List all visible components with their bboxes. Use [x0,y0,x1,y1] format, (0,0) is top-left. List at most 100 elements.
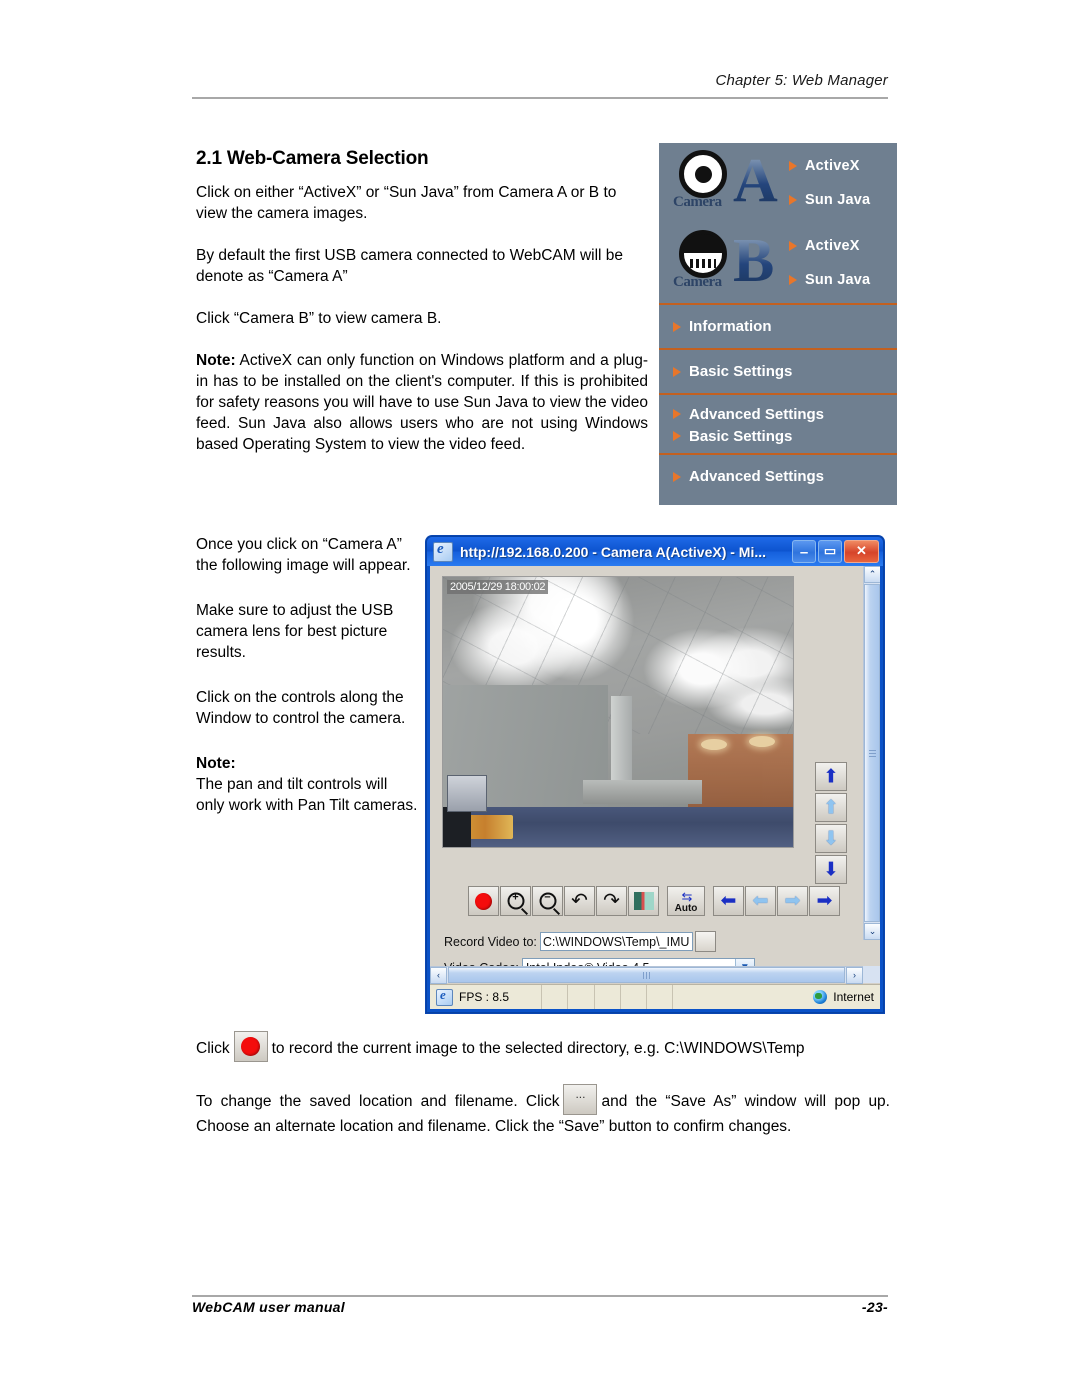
status-cell-3 [595,985,621,1009]
status-cell-4 [621,985,648,1009]
footer-left: WebCAM user manual [192,1299,345,1315]
bullet-arrow-icon [789,161,797,171]
camera-b-activex-link[interactable]: ActiveX [789,229,870,263]
menu-group-advanced: Advanced Settings Basic Settings [659,395,897,453]
bullet-arrow-icon [673,321,681,332]
scroll-down-button[interactable]: ⌄ [864,923,880,940]
menu-item-basic-settings[interactable]: Basic Settings [659,350,897,393]
camera-b-sunjava-label: Sun Java [805,272,871,288]
page-viewport: 2005/12/29 18:00:02 ⬆ ⬆ ⬇ ⬇ + − ↶ ↷ ⇆ Au… [430,566,880,983]
pan-right-fast-button[interactable]: ➡ [809,886,840,916]
minimize-button[interactable]: – [792,540,816,563]
tail-paragraph-1: Click to record the current image to the … [196,1031,890,1062]
zoom-out-icon: − [539,892,556,910]
horizontal-scrollbar[interactable]: ‹ › [430,966,863,984]
vertical-scrollbar[interactable]: ⌃ ⌄ [863,566,880,940]
intro-paragraph-3: Click “Camera B” to view camera B. [196,310,442,327]
mid-note-label: Note: [196,755,236,772]
tail-p2-lead: To change the saved location and filenam… [196,1093,560,1110]
menu-item-information-label: Information [689,318,772,335]
window-title: http://192.168.0.200 - Camera A(ActiveX)… [460,543,767,560]
menu-item-basic-settings-2[interactable]: Basic Settings [659,425,897,447]
camera-b-sunjava-link[interactable]: Sun Java [789,263,870,297]
scroll-left-button[interactable]: ‹ [430,967,447,984]
camera-b-links: ActiveX Sun Java [789,229,870,297]
mirror-button[interactable] [628,886,659,916]
record-path-input[interactable]: C:\WINDOWS\Temp\_IMU [539,932,693,951]
close-button[interactable]: ✕ [844,540,879,563]
bullet-arrow-icon [673,431,681,441]
intro-paragraph-1: Click on either “ActiveX” or “Sun Java” … [196,184,617,222]
tilt-down-slow-button[interactable]: ⬇ [815,824,847,853]
window-titlebar[interactable]: http://192.168.0.200 - Camera A(ActiveX)… [427,537,883,566]
camera-a-activex-label: ActiveX [805,158,860,174]
maximize-button[interactable]: ▭ [818,540,842,563]
zoom-out-button[interactable]: − [532,886,563,916]
page-header: Chapter 5: Web Manager [192,72,888,90]
browse-button[interactable] [694,931,716,952]
tail-p1-lead: Click [196,1040,230,1057]
pan-left-fast-button[interactable]: ⬅ [713,886,744,916]
pan-left-slow-button[interactable]: ⬅ [745,886,776,916]
record-path-row: Record Video to: C:\WINDOWS\Temp\_IMU [444,931,716,952]
tilt-down-fast-button[interactable]: ⬇ [815,855,847,884]
rotate-left-button[interactable]: ↶ [564,886,595,916]
tail-p1-rest: to record the current image to the selec… [271,1040,805,1057]
rotate-right-button[interactable]: ↷ [596,886,627,916]
bullet-arrow-icon [789,195,797,205]
horizontal-scroll-thumb[interactable] [448,967,845,983]
video-timestamp: 2005/12/29 18:00:02 [447,580,549,594]
camera-a-sunjava-label: Sun Java [805,192,871,208]
bullet-arrow-icon [789,241,797,251]
camera-a-word: Camera [673,194,722,210]
rotate-right-icon: ↷ [603,890,620,912]
closed-eye-icon [679,230,727,278]
camera-a-activex-link[interactable]: ActiveX [789,149,870,183]
tilt-up-fast-button[interactable]: ⬆ [815,762,847,791]
auto-pan-label: Auto [674,903,698,914]
web-manager-menu-panel: Camera A ActiveX Sun Java Camera B Activ… [659,143,897,505]
note-body: ActiveX can only function on Windows pla… [196,352,648,453]
menu-item-advanced-settings[interactable]: Advanced Settings [659,403,897,425]
vertical-scroll-thumb[interactable] [864,584,880,922]
note-label: Note: [196,352,236,369]
camera-a-links: ActiveX Sun Java [789,149,870,217]
record-button[interactable] [468,886,499,916]
menu-item-information[interactable]: Information [659,305,897,348]
status-cell-2 [568,985,595,1009]
tilt-control-column: ⬆ ⬆ ⬇ ⬇ [815,762,849,886]
record-dot-icon [475,892,492,910]
tilt-up-slow-button[interactable]: ⬆ [815,793,847,822]
menu-item-advanced-settings-label: Advanced Settings [689,405,825,423]
open-eye-icon [679,150,727,198]
header-divider [192,97,888,99]
camera-b-letter: B [733,227,775,295]
scroll-up-button[interactable]: ⌃ [864,566,880,583]
menu-item-basic-settings-2-label: Basic Settings [689,427,793,445]
auto-pan-button[interactable]: ⇆ Auto [667,886,705,916]
camera-a-letter: A [733,147,778,215]
pan-right-slow-button[interactable]: ➡ [777,886,808,916]
fps-status-cell: FPS : 8.5 [430,985,543,1009]
mid-paragraph-1: Once you click on “Camera A” the followi… [196,536,411,574]
desk [583,779,702,804]
footer-right: -23- [861,1299,888,1315]
camera-a-sunjava-link[interactable]: Sun Java [789,183,870,217]
camera-video-feed[interactable]: 2005/12/29 18:00:02 [442,576,794,848]
security-zone-cell: Internet [673,985,880,1009]
tail-column: Click to record the current image to the … [196,1031,890,1160]
status-bar: FPS : 8.5 Internet [430,984,880,1009]
window-client-area: 2005/12/29 18:00:02 ⬆ ⬆ ⬇ ⬇ + − ↶ ↷ ⇆ Au… [430,566,880,1009]
inline-browse-button-icon [563,1084,598,1115]
intro-paragraph-2: By default the first USB camera connecte… [196,247,624,285]
mid-note: Note: The pan and tilt controls will onl… [196,753,418,816]
camera-a-block: Camera A ActiveX Sun Java [659,143,897,223]
bullet-arrow-icon [673,366,681,377]
browser-window: http://192.168.0.200 - Camera A(ActiveX)… [426,536,884,1013]
rotate-left-icon: ↶ [571,890,588,912]
menu-item-advanced-settings-2[interactable]: Advanced Settings [659,455,897,498]
auto-pan-arrows-icon: ⇆ [681,889,693,904]
camera-b-activex-label: ActiveX [805,238,860,254]
scroll-right-button[interactable]: › [846,967,863,984]
zoom-in-button[interactable]: + [500,886,531,916]
